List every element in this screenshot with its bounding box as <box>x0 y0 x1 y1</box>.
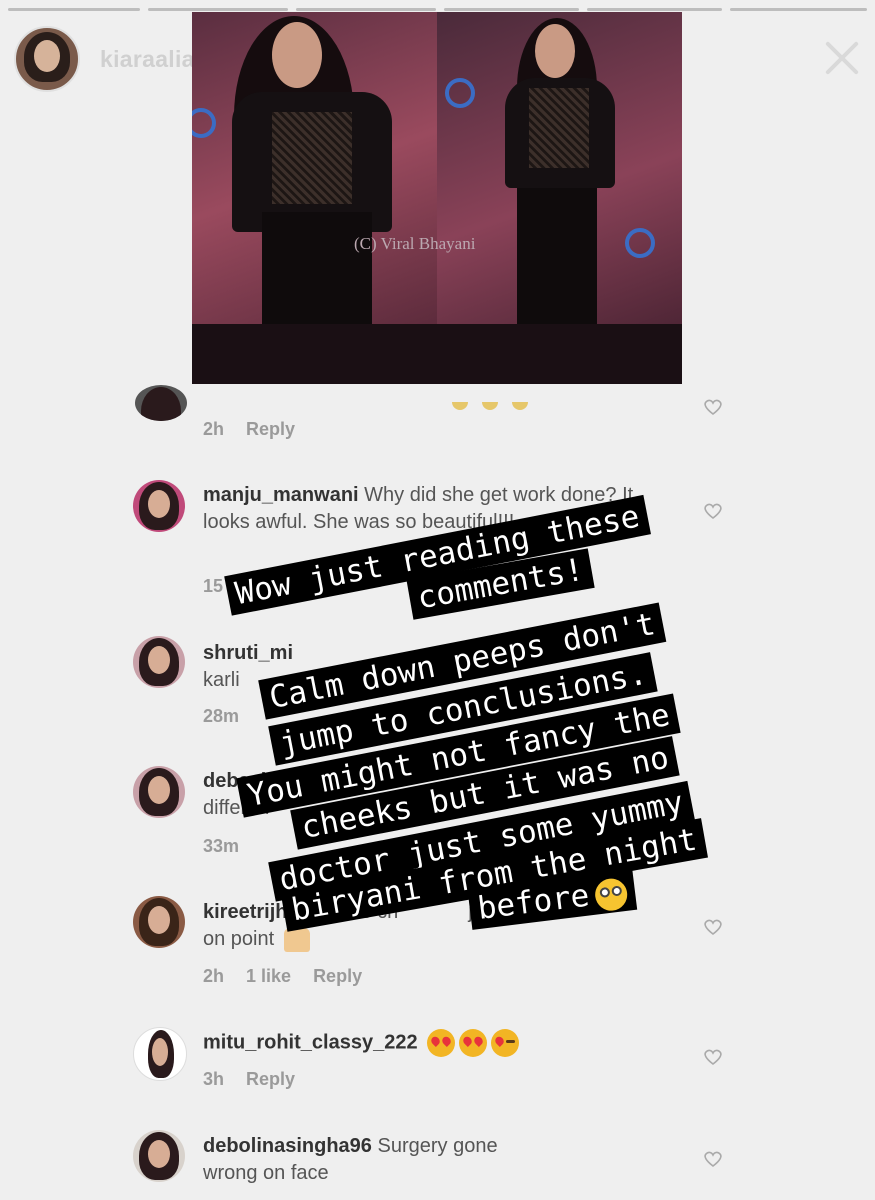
close-icon[interactable] <box>820 36 864 80</box>
heart-icon[interactable] <box>703 1150 723 1168</box>
comment-username[interactable]: manju_manwani <box>203 484 359 506</box>
overlay-line: Calm down peeps don't <box>258 602 667 720</box>
story-progress-bar <box>587 8 722 11</box>
comment-body: mitu_rohit_classy_222 <box>203 1029 683 1057</box>
photo-watermark: (C) Viral Bhayani <box>354 234 476 253</box>
heart-icon[interactable] <box>703 398 723 416</box>
comment-username[interactable]: mitu_rohit_classy_222 <box>203 1031 418 1053</box>
story-progress-bar <box>148 8 288 11</box>
comment-avatar[interactable] <box>133 1130 185 1182</box>
comment-text-line2: on point <box>203 928 275 950</box>
comment-avatar[interactable] <box>133 766 185 818</box>
comment-time: 3h <box>203 1069 225 1089</box>
heart-icon[interactable] <box>703 502 723 520</box>
comment-time: 28m <box>203 706 240 726</box>
comment-avatar[interactable] <box>133 480 185 532</box>
comment-time: 2h <box>203 966 225 986</box>
comment-body: kireetrijhwani The ch job is not on point <box>203 899 663 953</box>
story-progress-bar <box>8 8 140 11</box>
photo-panel-right <box>437 12 682 384</box>
comment-meta: 2h 1 like Reply <box>203 966 362 987</box>
comment-text: The ch <box>337 901 399 923</box>
comment-text-line2: wrong on face <box>203 1162 329 1184</box>
overlay-line: jump to conclusions. <box>268 652 658 766</box>
heart-eyes-emoji <box>459 1029 488 1057</box>
overlay-line: cheeks but it was no <box>290 736 680 850</box>
comment-text: karli <box>203 669 240 691</box>
story-progress-bar <box>296 8 436 11</box>
comment-text: differen <box>203 797 270 819</box>
story-progress-bar <box>730 8 867 11</box>
like-count[interactable]: 1 like <box>246 966 291 986</box>
comment-avatar[interactable] <box>133 896 185 948</box>
comment-time: 15 <box>203 576 224 596</box>
comment-username[interactable]: debolinasingha96 <box>203 1135 372 1157</box>
overlay-line: comments! <box>406 548 595 620</box>
reply-link[interactable]: Reply <box>246 419 295 439</box>
emoji-row <box>452 397 542 415</box>
comment-meta: 2h Reply <box>203 419 295 440</box>
story-progress-bar <box>444 8 579 11</box>
comment-meta: 3h Reply <box>203 1069 295 1090</box>
comment-body: shruti_mikarli <box>203 640 293 694</box>
heart-icon[interactable] <box>703 918 723 936</box>
comment-username[interactable]: kireetrijhwani <box>203 901 332 923</box>
comment-meta: 15 <box>203 576 223 597</box>
comment-username[interactable]: shruti_mi <box>203 642 293 664</box>
comment-body: manju_manwani Why did she get work done?… <box>203 482 653 536</box>
comment-avatar[interactable] <box>133 636 185 688</box>
heart-eyes-emoji <box>427 1029 456 1057</box>
photo-panel-left <box>192 12 437 384</box>
comment-text: Surgery gone <box>377 1135 498 1157</box>
comment-body: debolinasingha96 Surgery gone wrong on f… <box>203 1133 663 1187</box>
comment-username[interactable]: debash <box>203 770 273 792</box>
story-avatar[interactable] <box>14 26 80 92</box>
heart-icon[interactable] <box>703 1048 723 1066</box>
reply-link[interactable]: Reply <box>246 1069 295 1089</box>
comment-time: 33m <box>203 836 240 856</box>
comment-avatar[interactable] <box>133 1027 187 1081</box>
story-photo: (C) Viral Bhayani <box>192 12 682 384</box>
comment-body: debash differen <box>203 768 303 822</box>
reply-link[interactable]: Reply <box>313 966 362 986</box>
comment-avatar[interactable] <box>135 385 187 421</box>
comment-time: 2h <box>203 419 225 439</box>
comment-meta: 33m <box>203 836 239 857</box>
kissing-wink-emoji <box>491 1029 520 1057</box>
comment-meta: 28m <box>203 706 239 727</box>
person-emoji <box>283 927 310 952</box>
overlay-line: doctor just some yummy <box>268 780 695 902</box>
comment-text-end: job is not <box>468 901 549 923</box>
